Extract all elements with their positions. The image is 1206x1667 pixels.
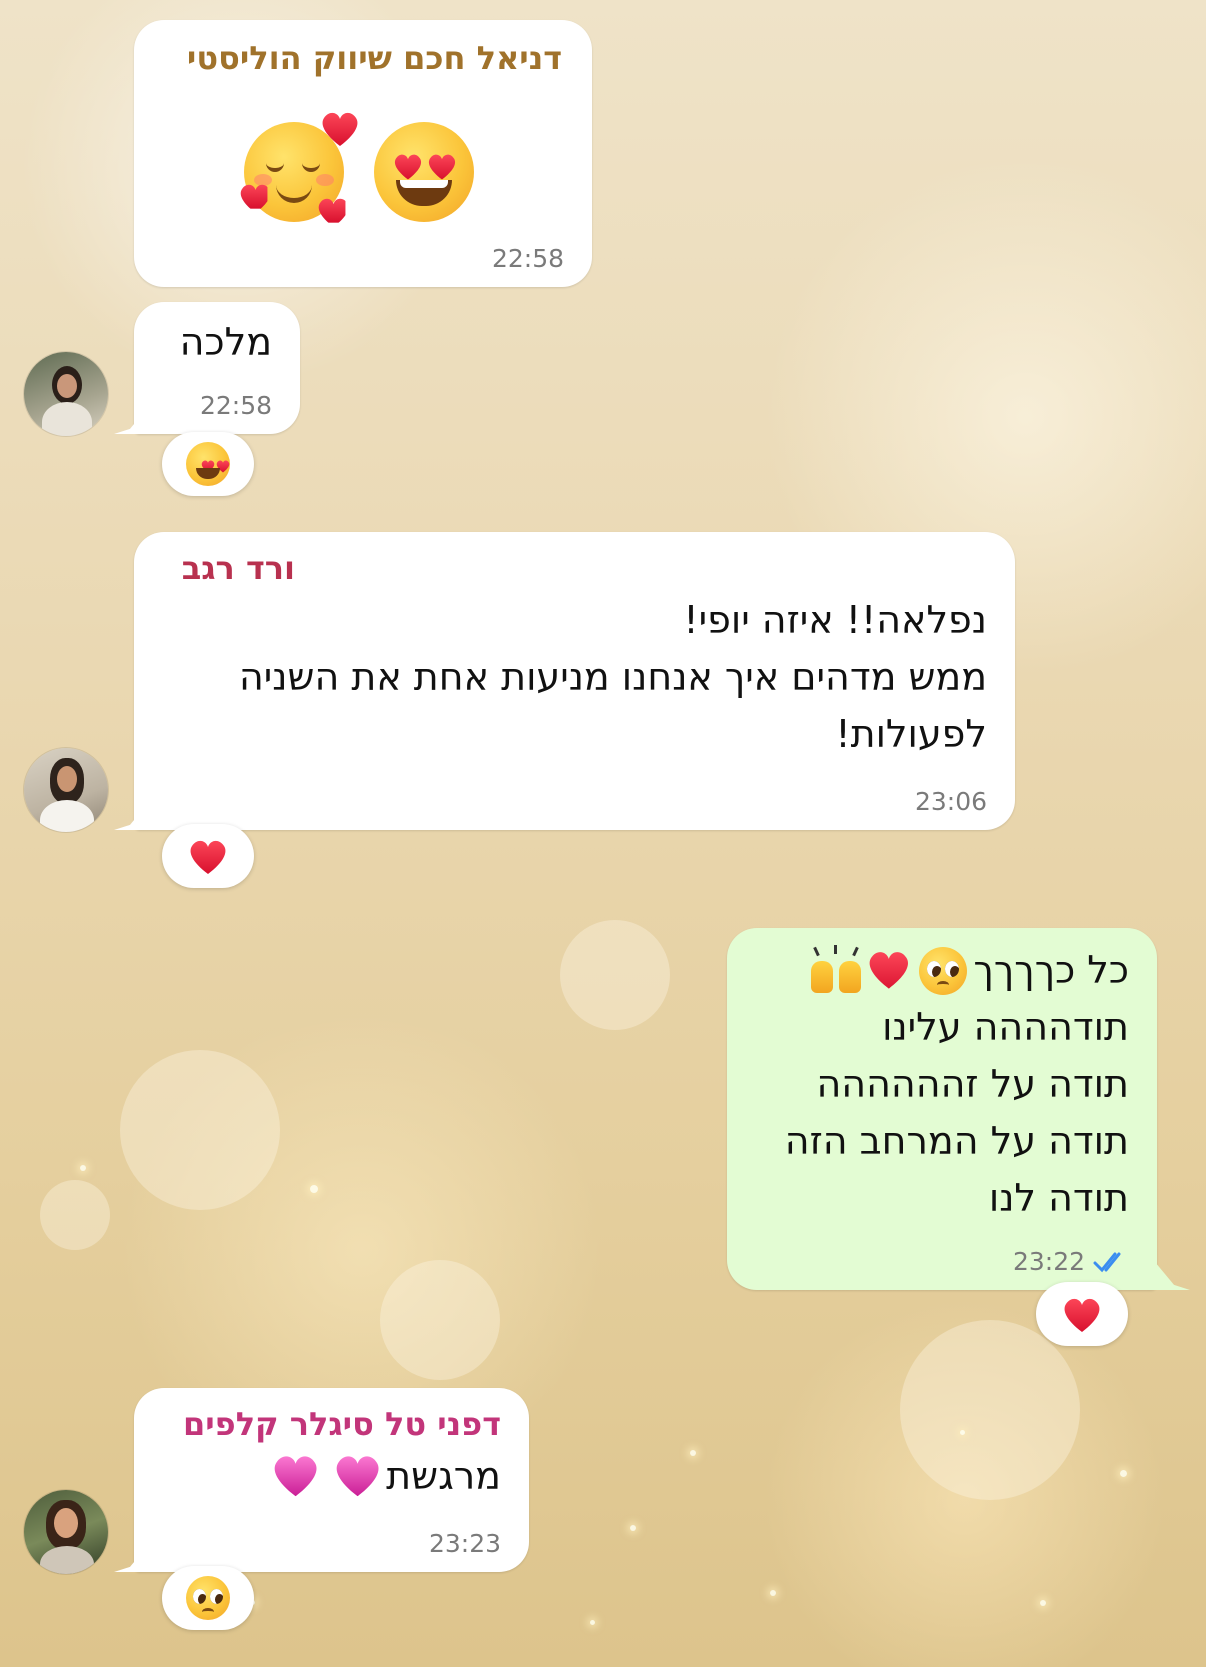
red-heart-icon (1062, 1296, 1102, 1332)
sender-avatar[interactable] (24, 748, 108, 832)
sender-avatar[interactable] (24, 352, 108, 436)
message-bubble[interactable]: דפני טל סיגלר קלפים מרגשת 23:23 (134, 1388, 529, 1572)
sender-name[interactable]: דניאל חכם שיווק הוליסטי (187, 38, 562, 78)
raising-hands-icon (809, 944, 863, 995)
message-bubble[interactable]: מלכה 22:58 (134, 302, 300, 434)
message-meta: 23:22 (1013, 1247, 1129, 1276)
reaction-chip[interactable] (1036, 1282, 1128, 1346)
message-timestamp: 22:58 (491, 244, 564, 273)
message-text: כל כךךךך (973, 948, 1129, 992)
message-bubble-outgoing[interactable]: כל כךךךך תודהההה עלינו תודה על זהההההה ת… (727, 928, 1157, 1290)
smiling-face-with-hearts-icon (244, 122, 344, 222)
message-timestamp: 23:22 (1012, 1247, 1085, 1276)
message-text: מרגשת (386, 1454, 501, 1498)
pleading-face-icon (186, 1576, 230, 1620)
message-timestamp: 23:06 (914, 787, 987, 816)
message-text: מלכה (179, 320, 272, 364)
pink-heart-icon (334, 1453, 387, 1501)
sender-avatar[interactable] (24, 1490, 108, 1574)
message-first-line: כל כךךךך (809, 942, 1129, 999)
pink-heart-icon (272, 1453, 325, 1501)
message-timestamp: 23:23 (428, 1529, 501, 1558)
reaction-chip[interactable] (162, 824, 254, 888)
message-bubble[interactable]: דניאל חכם שיווק הוליסטי 22:58 (134, 20, 592, 287)
message-line: מרגשת (276, 1448, 501, 1505)
reaction-chip[interactable] (162, 432, 254, 496)
sender-name[interactable]: ורד רגב (182, 548, 295, 588)
smiling-face-with-heart-eyes-icon (374, 122, 474, 222)
sender-name[interactable]: דפני טל סיגלר קלפים (183, 1404, 501, 1444)
message-text: תודהההה עלינו תודה על זהההההה תודה על המ… (784, 1005, 1129, 1220)
pleading-face-icon (919, 946, 968, 995)
emoji-row (244, 112, 504, 236)
read-double-check-icon (1093, 1252, 1121, 1272)
message-timestamp: 22:58 (199, 391, 272, 420)
red-heart-icon (867, 949, 915, 993)
red-heart-icon (188, 838, 228, 874)
message-text: נפלאה!! איזה יופי! ממש מדהים איך אנחנו מ… (238, 598, 987, 756)
smiling-face-with-heart-eyes-icon (186, 442, 230, 486)
message-bubble[interactable]: ורד רגב נפלאה!! איזה יופי! ממש מדהים איך… (134, 532, 1015, 830)
reaction-chip[interactable] (162, 1566, 254, 1630)
